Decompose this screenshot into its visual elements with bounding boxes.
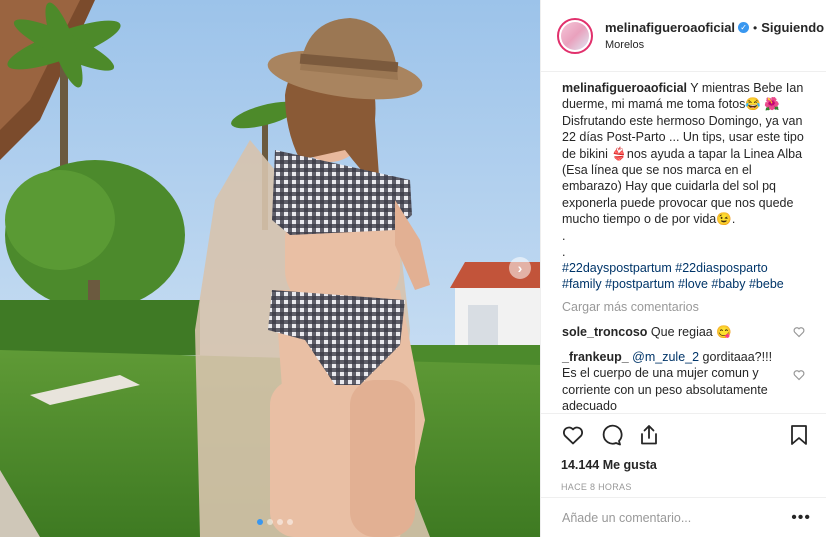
next-photo-button[interactable]: ›: [509, 257, 531, 279]
post-header: melinafigueroaoficial ✓ • Siguiendo More…: [541, 0, 826, 72]
carousel-dot: [257, 519, 263, 525]
chevron-right-icon: ›: [517, 260, 523, 276]
comment-item: sole_troncoso Que regiaa 😋: [562, 324, 807, 341]
hashtags: #22dayspostpartum #22diasposparto #famil…: [562, 260, 807, 292]
verified-icon: ✓: [738, 22, 750, 33]
like-comment-heart-icon[interactable]: [793, 369, 805, 381]
caption-text: Y mientras Bebe Ian duerme, mi mamá me t…: [562, 81, 804, 227]
caption-dot: .: [562, 244, 566, 259]
hashtag-link[interactable]: #love: [678, 277, 708, 291]
heart-icon[interactable]: [561, 423, 585, 447]
caption-username[interactable]: melinafigueroaoficial: [562, 81, 687, 95]
photo-illustration: [0, 0, 540, 537]
share-icon[interactable]: [637, 423, 661, 447]
comment-text: Que regiaa 😋: [647, 325, 732, 340]
carousel-dot: [287, 519, 293, 525]
hashtag-link[interactable]: #bebe: [749, 277, 784, 291]
hashtag-link[interactable]: #postpartum: [605, 277, 674, 291]
load-more-comments[interactable]: Cargar más comentarios: [562, 300, 807, 314]
hashtag-link[interactable]: #22dayspostpartum: [562, 261, 672, 275]
comment-item: _frankeup_ @m_zule_2 gorditaaa?!!! Es el…: [562, 349, 807, 410]
carousel-indicator: [257, 519, 293, 525]
caption: melinafigueroaoficial Y mientras Bebe Ia…: [562, 80, 807, 228]
header-info: melinafigueroaoficial ✓ • Siguiendo More…: [605, 20, 824, 51]
bookmark-icon[interactable]: [787, 423, 811, 447]
post-actions: 14.144 Me gusta HACE 8 HORAS: [541, 413, 826, 492]
header-separator: •: [753, 20, 758, 35]
comment-username[interactable]: _frankeup_: [562, 350, 629, 364]
post-photo[interactable]: ›: [0, 0, 540, 537]
comments-section: melinafigueroaoficial Y mientras Bebe Ia…: [541, 80, 826, 410]
comment-icon[interactable]: [599, 423, 623, 447]
action-icons: [561, 418, 811, 452]
avatar[interactable]: [557, 17, 593, 54]
carousel-dot: [277, 519, 283, 525]
carousel-dot: [267, 519, 273, 525]
post-sidebar: melinafigueroaoficial ✓ • Siguiendo More…: [540, 0, 826, 537]
comment-input[interactable]: [562, 510, 792, 525]
hashtag-link[interactable]: #22diasposparto: [675, 261, 767, 275]
instagram-post: › melinafigueroaoficial ✓ • Siguiendo Mo…: [0, 0, 826, 537]
like-comment-heart-icon[interactable]: [793, 326, 805, 338]
add-comment-bar: •••: [541, 497, 826, 537]
comment-username[interactable]: sole_troncoso: [562, 325, 647, 339]
like-count[interactable]: 14.144 Me gusta: [561, 458, 811, 472]
more-options-icon[interactable]: •••: [791, 509, 811, 527]
post-timestamp[interactable]: HACE 8 HORAS: [561, 482, 811, 492]
header-username[interactable]: melinafigueroaoficial: [605, 20, 735, 35]
following-button[interactable]: Siguiendo: [761, 20, 824, 35]
avatar-image: [561, 21, 589, 50]
location-link[interactable]: Morelos: [605, 39, 824, 51]
comment-mention[interactable]: @m_zule_2: [629, 350, 699, 364]
caption-dot: .: [562, 228, 566, 243]
hashtag-link[interactable]: #family: [562, 277, 602, 291]
hashtag-link[interactable]: #baby: [711, 277, 745, 291]
